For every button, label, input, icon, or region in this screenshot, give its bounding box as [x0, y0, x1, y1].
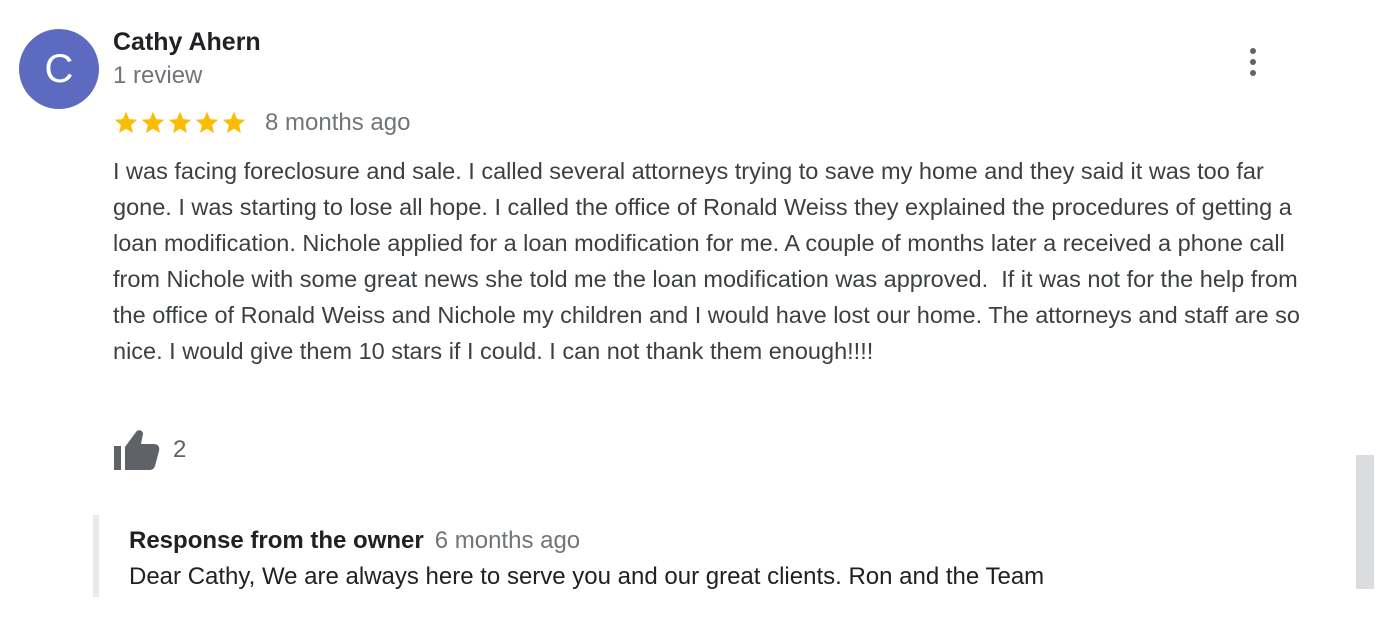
owner-response-title: Response from the owner [129, 527, 424, 554]
like-count: 2 [173, 436, 187, 463]
more-vert-icon-dot [1250, 70, 1256, 76]
star-icon [222, 111, 246, 133]
star-icon [195, 111, 219, 133]
owner-response-text: Dear Cathy, We are always here to serve … [129, 563, 1045, 590]
avatar[interactable]: C [19, 29, 99, 109]
more-vert-icon [1250, 48, 1256, 54]
owner-response: Response from the owner 6 months ago Dea… [93, 515, 1044, 597]
owner-response-header: Response from the owner 6 months ago [129, 527, 580, 555]
review-time: 8 months ago [265, 109, 411, 136]
owner-response-time: 6 months ago [434, 527, 581, 554]
author-name[interactable]: Cathy Ahern [113, 28, 261, 57]
like-row: 2 [113, 428, 186, 472]
more-options-button[interactable] [1238, 42, 1268, 82]
review-text: I was facing foreclosure and sale. I cal… [113, 158, 1307, 364]
star-rating [113, 110, 247, 136]
review-count[interactable]: 1 review [113, 62, 202, 90]
rating-row: 8 months ago [113, 106, 410, 140]
thumbs-up-icon[interactable] [113, 428, 161, 472]
more-vert-icon-dot [1250, 59, 1256, 65]
scrollbar[interactable] [1356, 455, 1374, 589]
star-icon [141, 111, 165, 133]
star-icon [168, 111, 192, 133]
review-card: C Cathy Ahern 1 review 8 months ago I wa… [0, 0, 1394, 635]
star-icon [114, 111, 138, 133]
